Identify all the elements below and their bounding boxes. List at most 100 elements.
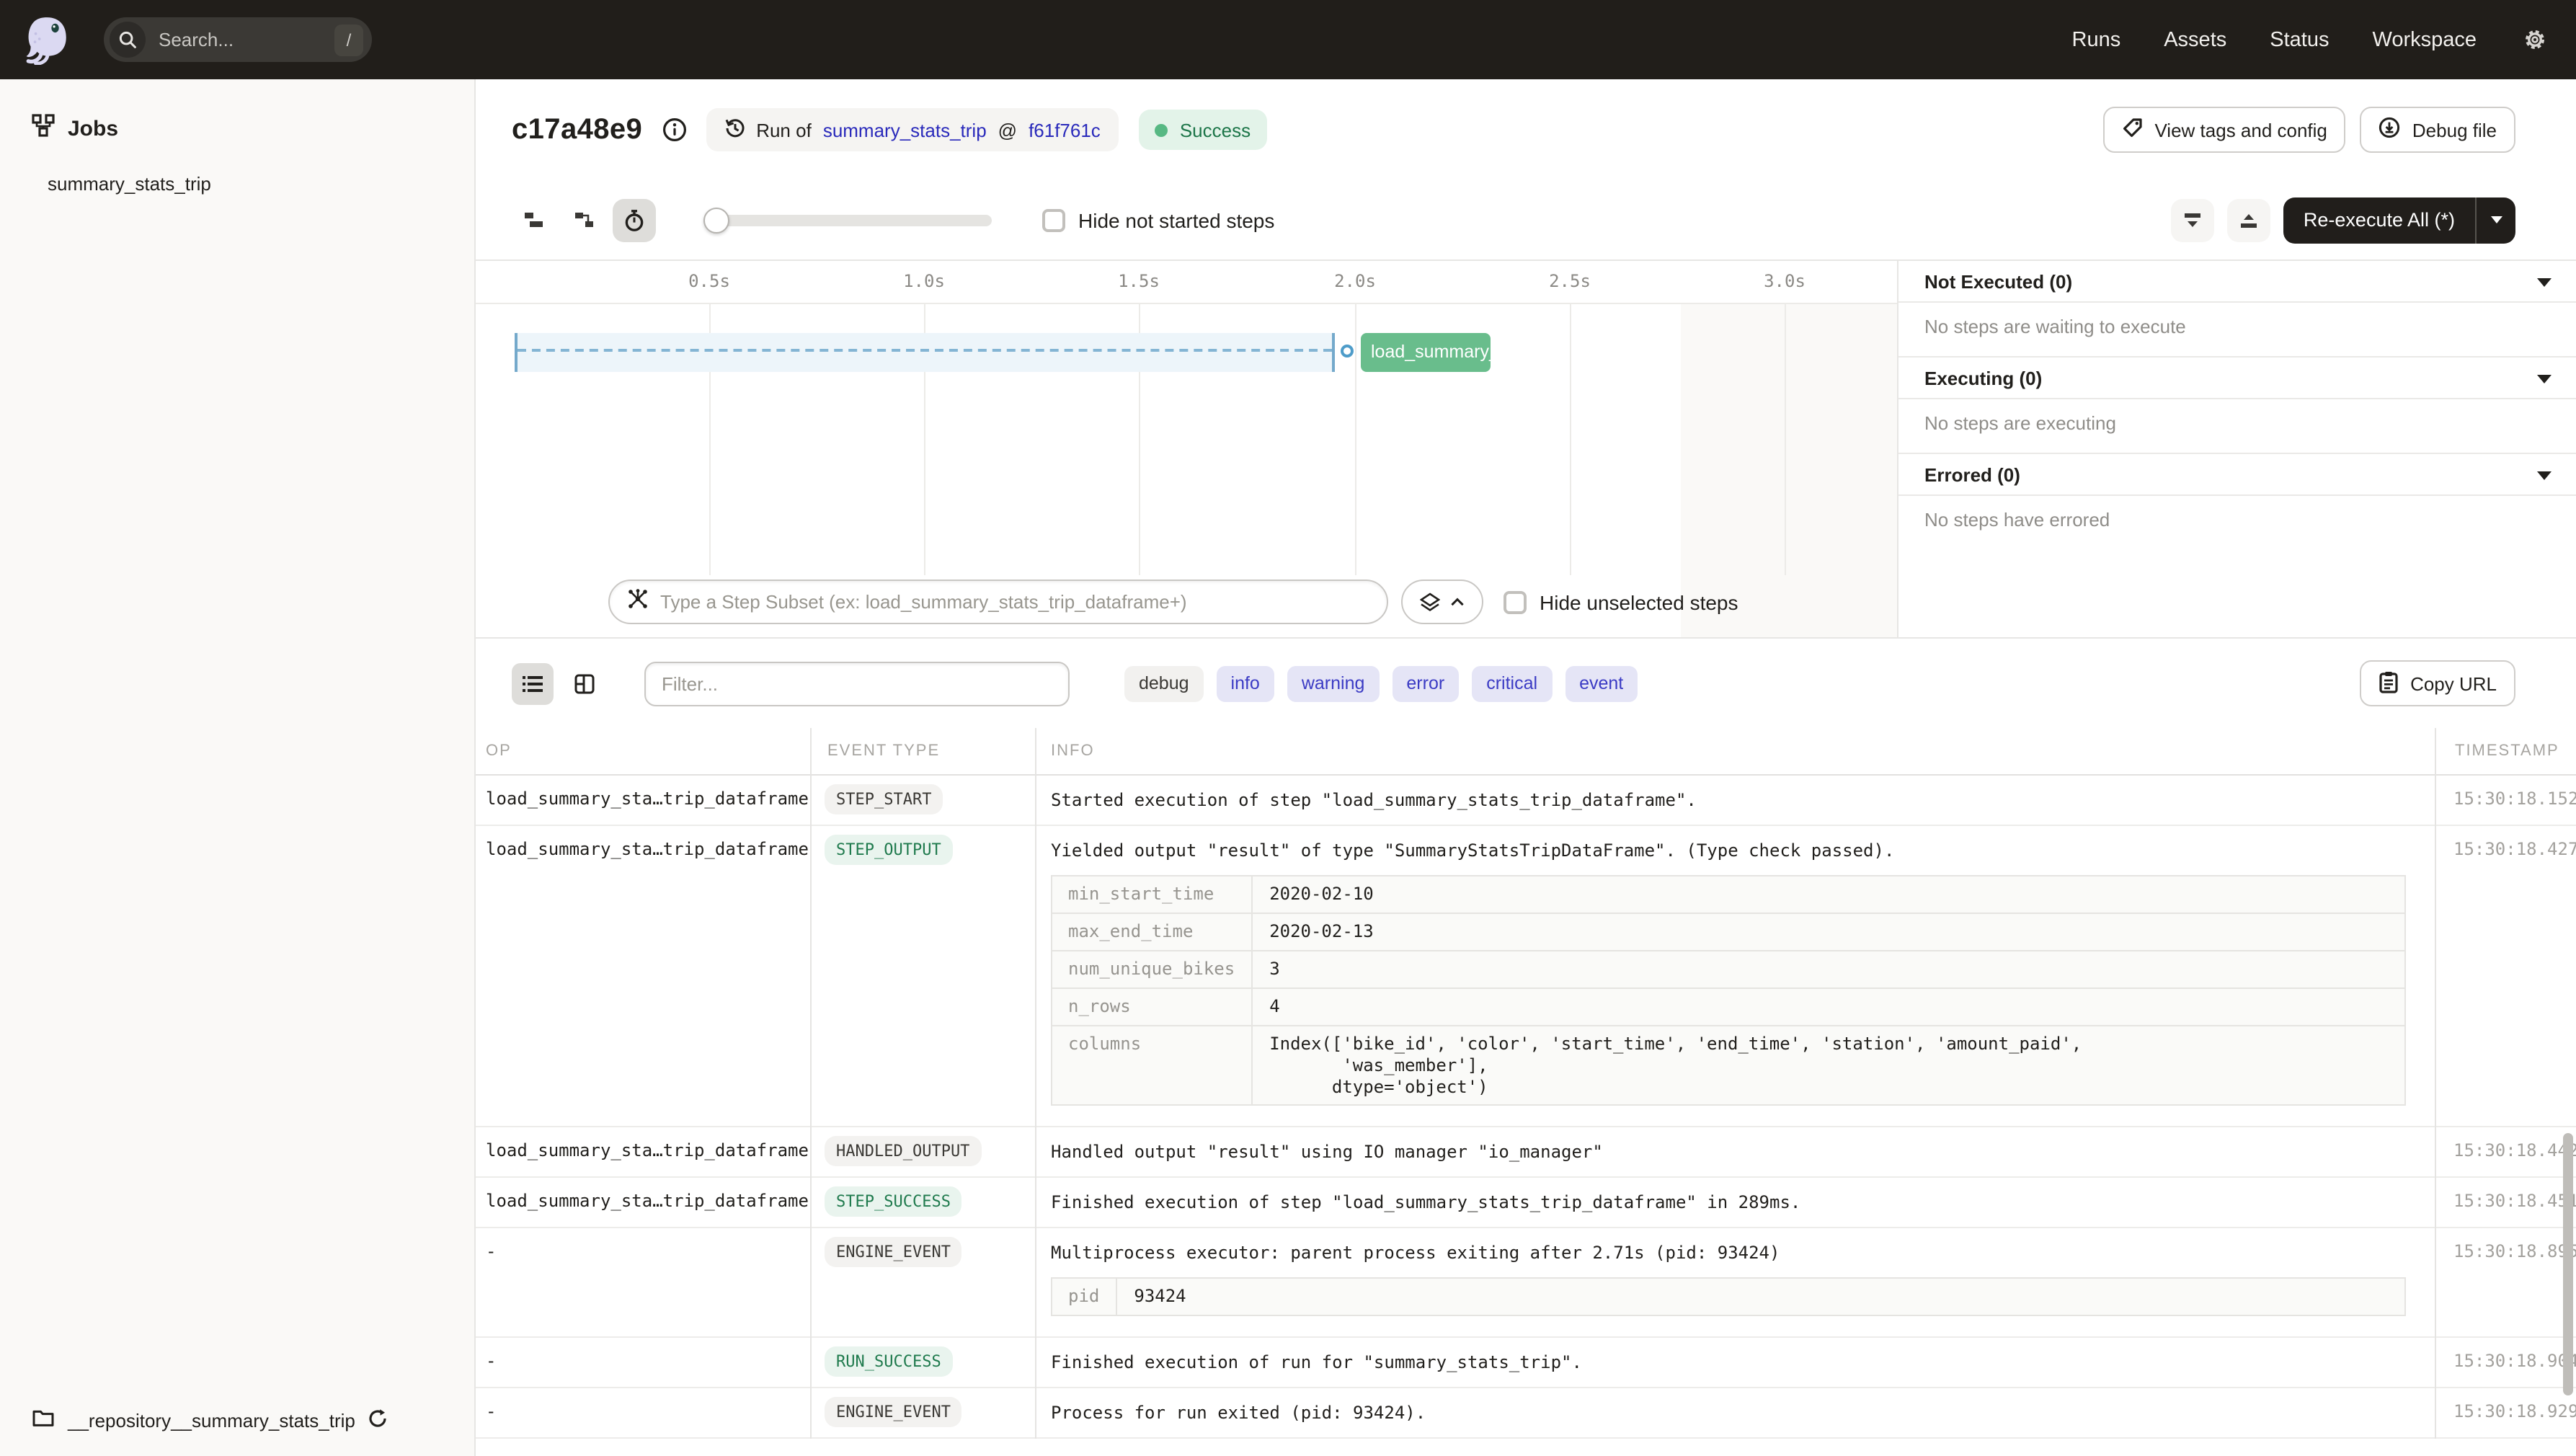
gantt-zoom-slider[interactable]: [703, 207, 992, 233]
nav-runs[interactable]: Runs: [2072, 28, 2121, 51]
hide-not-started-checkbox[interactable]: [1042, 208, 1065, 231]
gridline: [1355, 304, 1356, 575]
log-row[interactable]: - RUN_SUCCESS Finished execution of run …: [476, 1338, 2576, 1388]
axis-tick: 2.0s: [1334, 271, 1376, 291]
settings-gear-icon[interactable]: [2523, 27, 2547, 52]
level-event[interactable]: event: [1565, 665, 1638, 701]
at-separator: @: [998, 119, 1017, 141]
log-row[interactable]: - ENGINE_EVENT Process for run exited (p…: [476, 1388, 2576, 1439]
event-type-chip: RUN_SUCCESS: [825, 1346, 953, 1377]
axis-tick: 1.0s: [903, 271, 945, 291]
global-search[interactable]: /: [104, 17, 372, 62]
gantt-section: 0.5s 1.0s 1.5s 2.0s 2.5s 3.0s load_summa…: [476, 261, 2576, 639]
step-subset-row: Hide unselected steps: [608, 580, 1897, 624]
view-tags-config-button[interactable]: View tags and config: [2102, 107, 2345, 153]
col-op: OP: [476, 742, 810, 760]
debug-file-button[interactable]: Debug file: [2360, 107, 2515, 153]
step-subset-input[interactable]: [660, 591, 1369, 613]
reexecute-dropdown-caret[interactable]: [2477, 197, 2515, 243]
log-table: OP EVENT TYPE INFO TIMESTAMP load_summar…: [476, 728, 2576, 1439]
level-critical[interactable]: critical: [1472, 665, 1552, 701]
log-row[interactable]: load_summary_sta…trip_dataframe STEP_OUT…: [476, 826, 2576, 1127]
waterfall-view-button[interactable]: [562, 198, 605, 241]
status-label: Success: [1180, 119, 1251, 141]
job-link[interactable]: summary_stats_trip: [823, 119, 987, 141]
search-input[interactable]: [159, 29, 334, 50]
event-type-chip: STEP_OUTPUT: [825, 835, 953, 865]
run-header: c17a48e9 Run of summary_stats_trip @ f61…: [476, 79, 2576, 180]
success-dot-icon: [1155, 123, 1168, 136]
status-badge: Success: [1140, 110, 1266, 150]
nav-workspace[interactable]: Workspace: [2372, 28, 2477, 51]
top-nav-links: Runs Assets Status Workspace: [2072, 27, 2548, 52]
event-type-chip: STEP_START: [825, 784, 943, 814]
dagster-logo-icon[interactable]: [22, 14, 72, 65]
log-filter-input[interactable]: [644, 661, 1070, 706]
step-graph-icon: [627, 587, 649, 616]
time-axis: 0.5s 1.0s 1.5s 2.0s 2.5s 3.0s: [476, 261, 1897, 304]
axis-tick: 0.5s: [688, 271, 730, 291]
log-row[interactable]: load_summary_sta…trip_dataframe HANDLED_…: [476, 1127, 2576, 1178]
snapshot-link[interactable]: f61f761c: [1029, 119, 1101, 141]
section-not-executed[interactable]: Not Executed (0): [1898, 261, 2576, 303]
timed-view-button[interactable]: [613, 198, 656, 241]
gantt-chart: 0.5s 1.0s 1.5s 2.0s 2.5s 3.0s load_summa…: [476, 261, 1897, 637]
vertical-scrollbar[interactable]: [2563, 1133, 2573, 1395]
hide-unselected-label: Hide unselected steps: [1540, 590, 1738, 613]
log-row[interactable]: - ENGINE_EVENT Multiprocess executor: pa…: [476, 1228, 2576, 1338]
column-divider[interactable]: [1035, 728, 1036, 1439]
gridline: [1570, 304, 1571, 575]
axis-tick: 2.5s: [1549, 271, 1591, 291]
search-icon: [110, 22, 146, 58]
column-divider[interactable]: [810, 728, 812, 1439]
collapse-panel-down-button[interactable]: [2171, 198, 2214, 241]
log-row[interactable]: load_summary_sta…trip_dataframe STEP_SUC…: [476, 1178, 2576, 1228]
sidebar-jobs-header: Jobs: [0, 79, 474, 143]
log-structured-view-button[interactable]: [564, 662, 605, 704]
nav-status[interactable]: Status: [2270, 28, 2329, 51]
hide-not-started-row: Hide not started steps: [1042, 208, 1274, 231]
expand-panel-up-button[interactable]: [2227, 198, 2270, 241]
copy-url-button[interactable]: Copy URL: [2360, 660, 2515, 706]
level-info[interactable]: info: [1217, 665, 1274, 701]
run-header-actions: View tags and config Debug file: [2102, 107, 2515, 153]
section-executing[interactable]: Executing (0): [1898, 358, 2576, 399]
axis-tick: 1.5s: [1118, 271, 1160, 291]
level-debug[interactable]: debug: [1124, 665, 1204, 701]
slider-track: [703, 214, 992, 226]
log-row[interactable]: load_summary_sta…trip_dataframe STEP_STA…: [476, 776, 2576, 826]
flat-view-button[interactable]: [512, 198, 555, 241]
gantt-toolbar-right: Re-execute All (*): [2171, 197, 2515, 243]
info-icon[interactable]: [661, 117, 687, 143]
nav-assets[interactable]: Assets: [2164, 28, 2226, 51]
event-type-chip: ENGINE_EVENT: [825, 1397, 962, 1427]
hide-unselected-checkbox[interactable]: [1504, 590, 1527, 613]
log-list-view-button[interactable]: [512, 662, 554, 704]
slider-handle[interactable]: [703, 207, 729, 233]
reload-repository-icon[interactable]: [368, 1408, 388, 1433]
level-warning[interactable]: warning: [1287, 665, 1380, 701]
column-divider[interactable]: [2435, 728, 2436, 1439]
chevron-down-icon: [2537, 278, 2551, 286]
level-error[interactable]: error: [1392, 665, 1459, 701]
not-executed-empty-text: No steps are waiting to execute: [1898, 303, 2576, 358]
gantt-step-chip[interactable]: load_summary_: [1361, 333, 1491, 372]
reexecute-all-button[interactable]: Re-execute All (*): [2283, 197, 2515, 243]
section-errored[interactable]: Errored (0): [1898, 454, 2576, 496]
sidebar-section-title: Jobs: [68, 116, 118, 141]
step-subset-field[interactable]: [608, 580, 1388, 624]
dagster-run-page: / Runs Assets Status Workspace: [0, 0, 2576, 1456]
repository-footer: __repository__summary_stats_trip: [0, 1408, 474, 1456]
event-type-chip: HANDLED_OUTPUT: [825, 1136, 981, 1166]
chevron-down-icon: [2537, 374, 2551, 383]
jobs-sidebar: Jobs summary_stats_trip __repository__su…: [0, 79, 476, 1456]
graph-query-layers-button[interactable]: [1401, 580, 1483, 624]
hide-not-started-label: Hide not started steps: [1078, 208, 1274, 231]
log-toolbar: debug info warning error critical event …: [476, 639, 2576, 728]
step-waiting-band: [515, 333, 1335, 372]
jobs-icon: [32, 114, 55, 143]
top-nav: / Runs Assets Status Workspace: [0, 0, 2576, 79]
sidebar-item-summary-stats-trip[interactable]: summary_stats_trip: [0, 143, 474, 195]
run-main: c17a48e9 Run of summary_stats_trip @ f61…: [476, 79, 2576, 1456]
col-event-type: EVENT TYPE: [810, 742, 1035, 760]
